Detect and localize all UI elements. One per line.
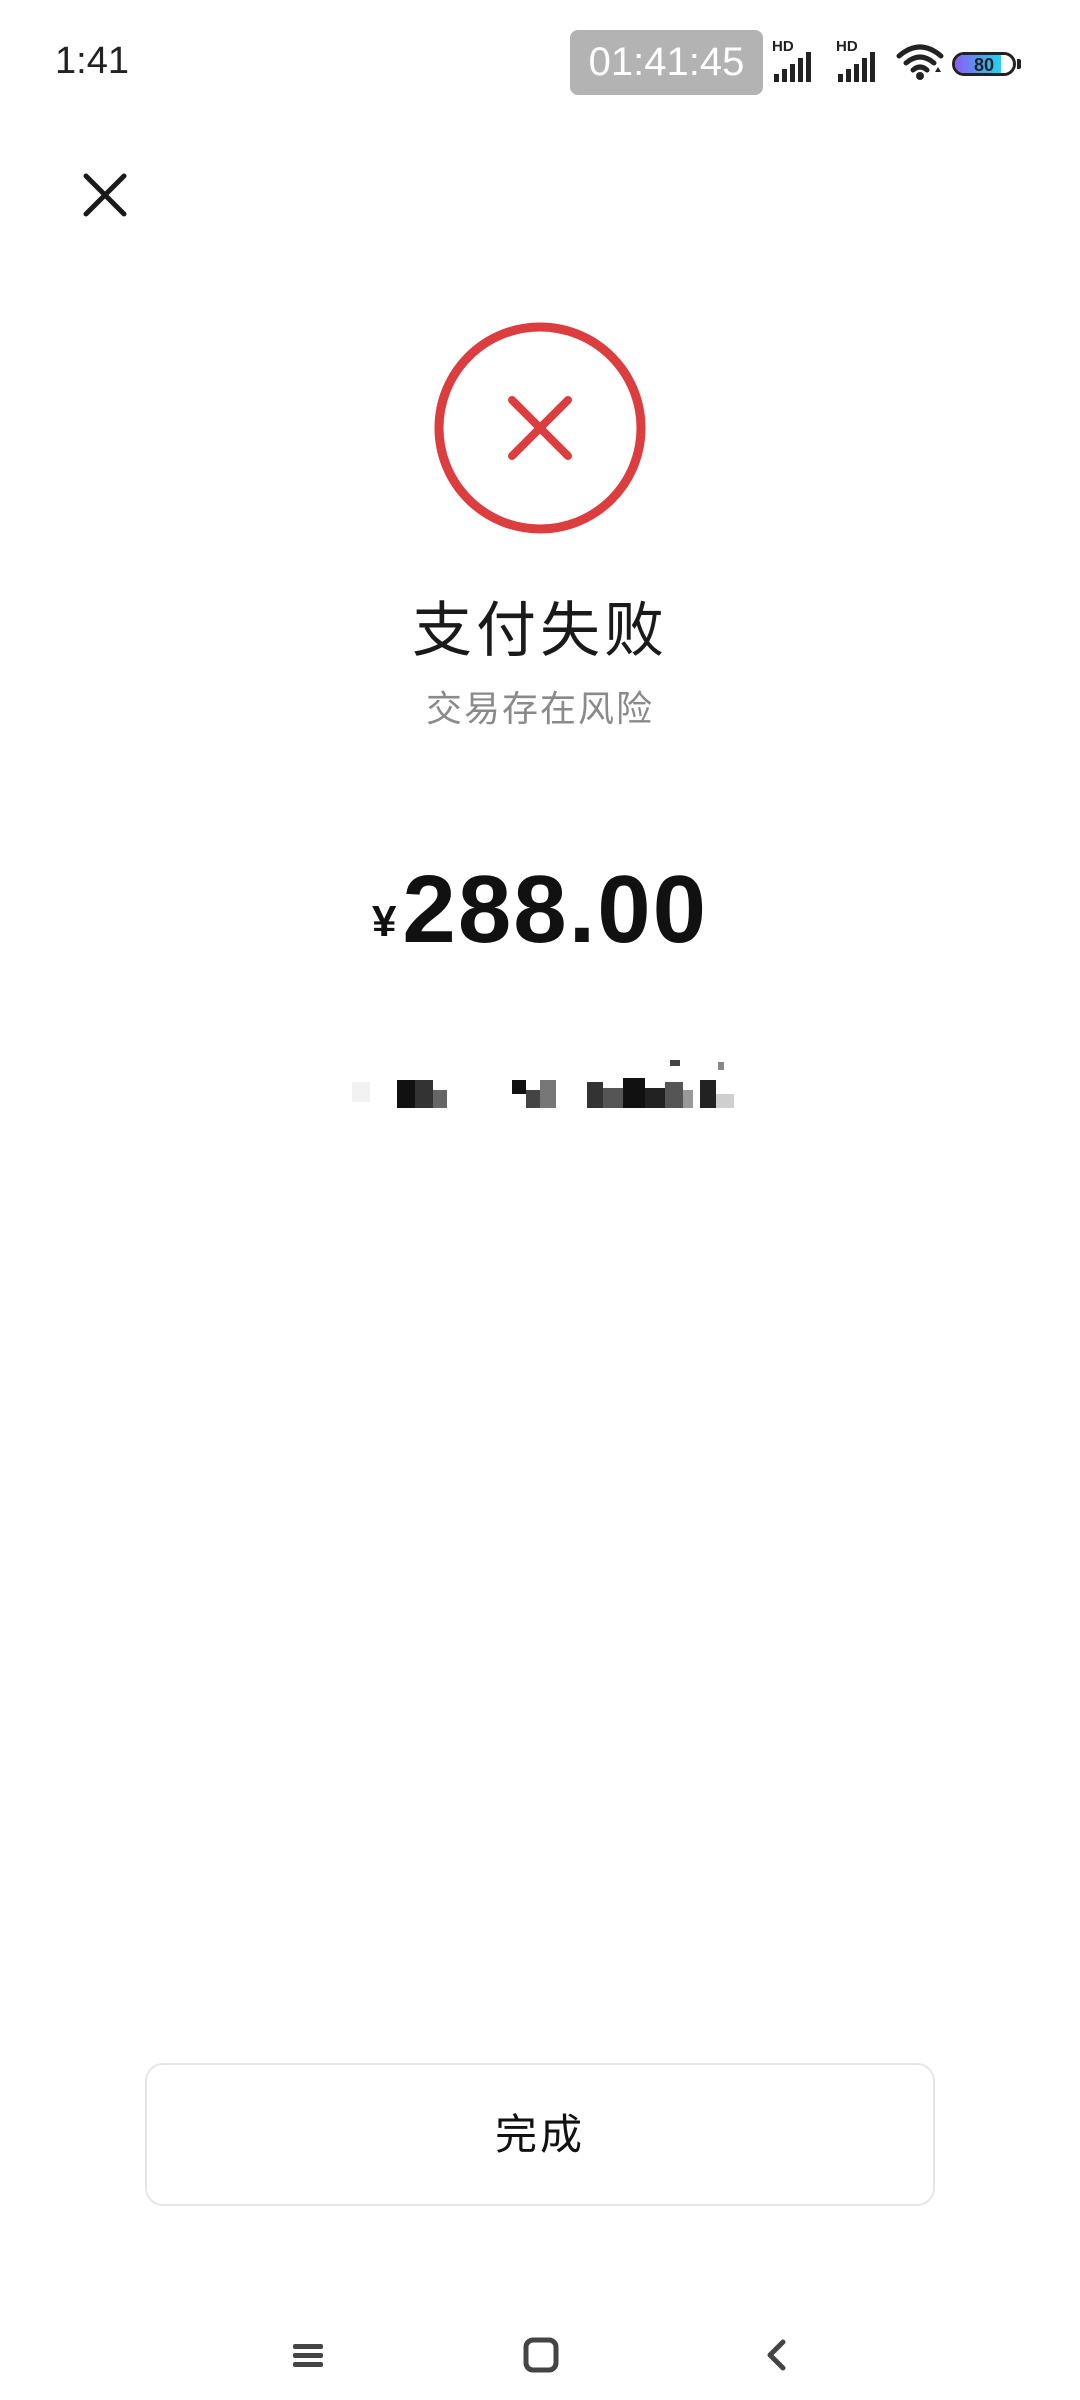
result-subtitle: 交易存在风险 (425, 688, 654, 729)
fail-circle-x-icon (432, 320, 648, 536)
cell-signal-icon: HD (772, 38, 828, 82)
back-icon[interactable] (752, 2330, 802, 2380)
redacted-merchant-text (352, 1060, 762, 1110)
payment-amount: ¥288.00 (0, 855, 1080, 965)
status-time: 1:41 (55, 40, 129, 82)
result-title: 支付失败 (412, 597, 668, 664)
status-bar: 1:41 01:41:45 HD HD 80 (0, 0, 1080, 120)
navigation-bar (0, 2300, 1080, 2400)
wifi-icon (895, 42, 945, 82)
cell-signal-icon: HD (836, 38, 892, 82)
amount-value: 288.00 (402, 856, 709, 963)
menu-icon[interactable] (283, 2330, 333, 2380)
battery-icon: 80 (952, 52, 1016, 76)
close-button[interactable] (70, 160, 140, 230)
battery-cap (1017, 59, 1021, 69)
currency-symbol: ¥ (371, 897, 397, 946)
battery-level: 80 (973, 55, 995, 75)
clock-overlay: 01:41:45 (570, 30, 763, 95)
done-button[interactable]: 完成 (145, 2063, 935, 2206)
close-icon (83, 173, 127, 217)
home-icon[interactable] (516, 2330, 566, 2380)
